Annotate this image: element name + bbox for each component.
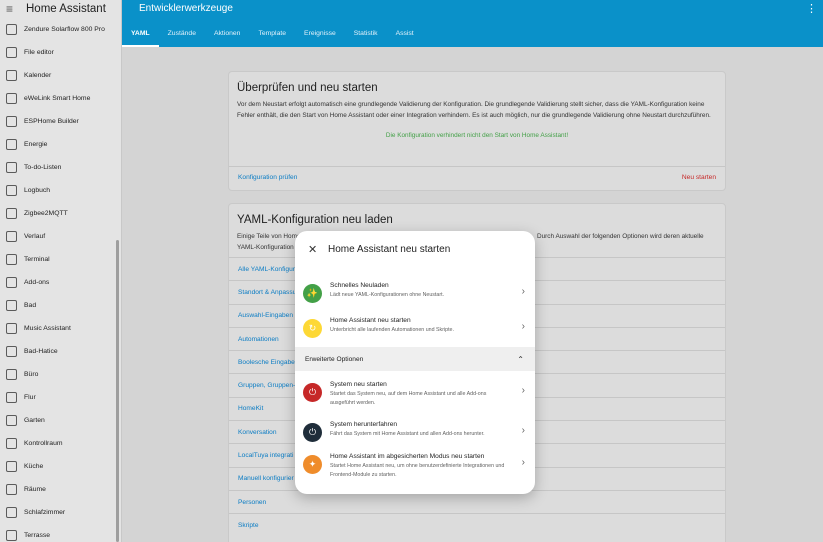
restart-option[interactable]: ⏻ System herunterfahren Fährt das System m… [295, 421, 535, 442]
safe-mode-icon: ✦ [303, 455, 322, 474]
option-title: Home Assistant neu starten [330, 317, 411, 324]
option-text: Home Assistant im abgesicherten Modus ne… [330, 453, 508, 479]
chevron-right-icon: › [521, 425, 525, 436]
dialog-title: Home Assistant neu starten [328, 243, 451, 255]
restart-option[interactable]: ✦ Home Assistant im abgesicherten Modus n… [295, 453, 535, 479]
close-icon[interactable]: ✕ [308, 243, 324, 256]
option-title: Schnelles Neuladen [330, 282, 389, 289]
restart-option[interactable]: ⏻ System neu starten Startet das System ne… [295, 381, 535, 407]
advanced-options-label: Erweiterte Optionen [305, 355, 364, 363]
power-icon: ⏻ [303, 423, 322, 442]
option-subtitle: Unterbricht alle laufenden Automationen … [330, 327, 454, 333]
restart-dialog: ✕ Home Assistant neu starten ✨ Schnelles … [295, 231, 535, 494]
power-cycle-icon: ⏻ [303, 383, 322, 402]
chevron-right-icon: › [521, 457, 525, 468]
chevron-right-icon: › [521, 321, 525, 332]
dialog-header: ✕ Home Assistant neu starten [295, 231, 535, 267]
auto-fix-icon: ✨ [303, 284, 322, 303]
option-subtitle: Startet Home Assistant neu, um ohne benu… [330, 463, 505, 478]
option-title: System neu starten [330, 381, 387, 388]
option-text: Schnelles Neuladen Lädt neue YAML-Konfigu… [330, 282, 508, 300]
restart-option[interactable]: ↻ Home Assistant neu starten Unterbricht a… [295, 317, 535, 338]
chevron-up-icon: ⌃ [517, 354, 524, 364]
option-subtitle: Startet das System neu, auf dem Home Ass… [330, 391, 487, 406]
option-title: System herunterfahren [330, 421, 398, 428]
option-subtitle: Lädt neue YAML-Konfigurationen ohne Neus… [330, 292, 445, 298]
option-subtitle: Fährt das System mit Home Assistant und … [330, 431, 485, 437]
restart-option[interactable]: ✨ Schnelles Neuladen Lädt neue YAML-Konfig… [295, 282, 535, 303]
chevron-right-icon: › [521, 286, 525, 297]
advanced-options-header[interactable]: Erweiterte Optionen ⌃ [295, 347, 535, 371]
chevron-right-icon: › [521, 385, 525, 396]
option-text: Home Assistant neu starten Unterbricht al… [330, 317, 508, 335]
option-title: Home Assistant im abgesicherten Modus ne… [330, 453, 485, 460]
option-text: System neu starten Startet das System neu… [330, 381, 508, 407]
option-text: System herunterfahren Fährt das System mi… [330, 421, 508, 439]
refresh-icon: ↻ [303, 319, 322, 338]
